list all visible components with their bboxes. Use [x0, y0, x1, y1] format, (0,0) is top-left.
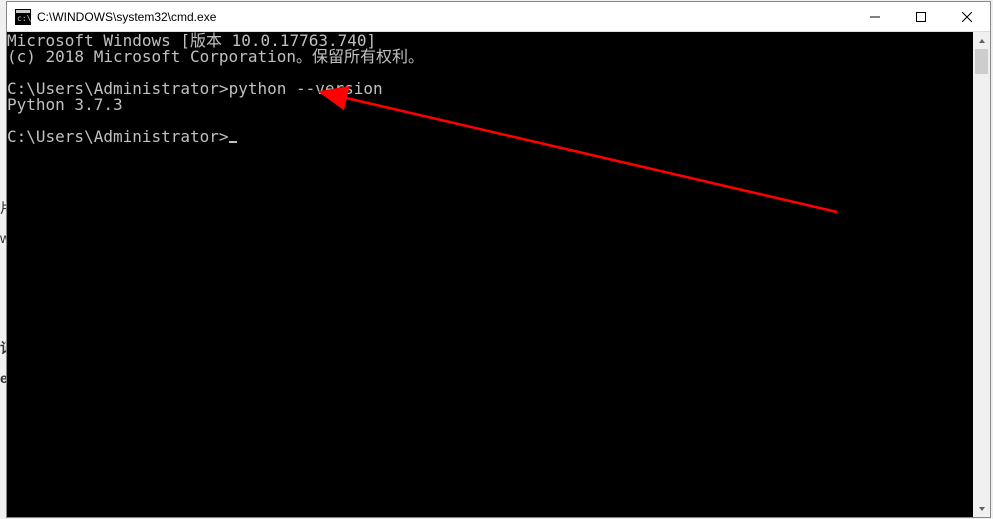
terminal-line: (c) 2018 Microsoft Corporation。保留所有权利。: [7, 47, 424, 66]
cmd-icon: c:\: [15, 9, 31, 25]
maximize-button[interactable]: [898, 2, 944, 31]
scroll-up-button[interactable]: [973, 32, 990, 49]
scroll-track[interactable]: [973, 49, 990, 500]
cursor: [229, 141, 237, 143]
window-title: C:\WINDOWS\system32\cmd.exe: [37, 10, 852, 24]
terminal-prompt: C:\Users\Administrator>: [7, 127, 229, 146]
svg-text:c:\: c:\: [17, 14, 31, 23]
close-button[interactable]: [944, 2, 990, 31]
terminal-command: python --version: [229, 79, 383, 98]
minimize-button[interactable]: [852, 2, 898, 31]
vertical-scrollbar[interactable]: [973, 32, 990, 517]
terminal-output[interactable]: Microsoft Windows [版本 10.0.17763.740] (c…: [7, 32, 973, 517]
terminal-output-line: Python 3.7.3: [7, 95, 123, 114]
titlebar[interactable]: c:\ C:\WINDOWS\system32\cmd.exe: [7, 2, 990, 32]
window-controls: [852, 2, 990, 31]
cmd-window: c:\ C:\WINDOWS\system32\cmd.exe Microsof…: [6, 1, 991, 518]
terminal-area: Microsoft Windows [版本 10.0.17763.740] (c…: [7, 32, 990, 517]
scroll-thumb[interactable]: [975, 49, 988, 74]
scroll-down-button[interactable]: [973, 500, 990, 517]
